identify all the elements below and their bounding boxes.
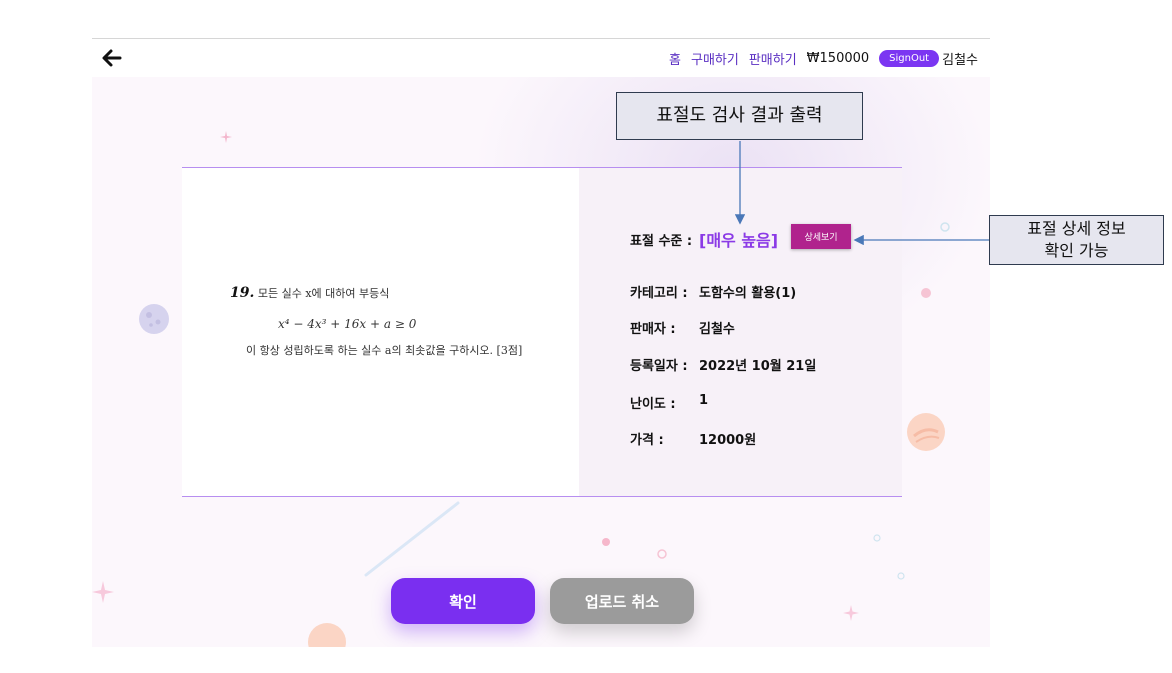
difficulty-label: 난이도 : — [630, 397, 676, 412]
dot-decoration — [921, 288, 931, 298]
ring-decoration-2 — [657, 549, 667, 559]
plagiarism-level-label: 표절 수준 : — [630, 234, 693, 249]
date-label: 등록일자 : — [630, 359, 688, 374]
seller-value: 김철수 — [699, 322, 735, 337]
plagiarism-level-value: [매우 높음] — [699, 231, 779, 250]
price-label: 가격 : — [630, 433, 664, 448]
username-display: 김철수 — [942, 52, 978, 68]
seller-label: 판매자 : — [630, 322, 676, 337]
category-label: 카테고리 : — [630, 286, 688, 301]
nav-buy-link[interactable]: 구매하기 — [691, 49, 739, 68]
problem-line-1: 19. 모든 실수 x에 대하여 부등식 — [230, 285, 389, 301]
date-value: 2022년 10월 21일 — [699, 359, 817, 374]
nav-home-link[interactable]: 홈 — [669, 49, 681, 68]
nav-sell-link[interactable]: 판매하기 — [749, 49, 797, 68]
top-navbar: 홈 구매하기 판매하기 ₩150000 SignOut 김철수 — [92, 39, 990, 77]
problem-panel: 19. 모든 실수 x에 대하여 부등식 x⁴ − 4x³ + 16x + a … — [182, 168, 579, 496]
moon-decoration — [139, 304, 169, 334]
ring-decoration-3 — [873, 534, 881, 542]
annotation-detail-line-2: 확인 가능 — [1044, 241, 1109, 260]
back-arrow-icon[interactable] — [100, 46, 124, 70]
confirm-button[interactable]: 확인 — [391, 578, 535, 624]
sparkle-decoration-3 — [843, 605, 859, 621]
detail-view-button[interactable]: 상세보기 — [791, 224, 851, 249]
annotation-detail-line-1: 표절 상세 정보 — [1027, 219, 1126, 238]
comet-decoration — [364, 501, 460, 577]
info-panel: 표절 수준 : [매우 높음] 상세보기 카테고리 : 도함수의 활용(1) 판… — [579, 168, 902, 496]
planet-decoration-bottom — [308, 623, 346, 647]
price-value: 12000원 — [699, 433, 757, 448]
nav-menu: 홈 구매하기 판매하기 ₩150000 SignOut 김철수 — [669, 39, 978, 77]
difficulty-value: 1 — [699, 393, 709, 408]
balance-display: ₩150000 — [806, 50, 870, 66]
card-bottom-divider — [182, 496, 902, 497]
ring-decoration-4 — [897, 572, 905, 580]
cancel-upload-button[interactable]: 업로드 취소 — [550, 578, 694, 624]
category-value: 도함수의 활용(1) — [699, 286, 797, 301]
screenshot-stage: 홈 구매하기 판매하기 ₩150000 SignOut 김철수 19. 모든 실… — [0, 0, 1172, 673]
ring-decoration — [940, 222, 950, 232]
sparkle-decoration — [220, 131, 232, 143]
annotation-result-output: 표절도 검사 결과 출력 — [616, 92, 863, 140]
result-card: 19. 모든 실수 x에 대하여 부등식 x⁴ − 4x³ + 16x + a … — [182, 167, 902, 497]
problem-text-1: 모든 실수 x에 대하여 부등식 — [257, 287, 390, 300]
problem-number: 19. — [230, 285, 255, 301]
signout-button[interactable]: SignOut — [879, 49, 940, 67]
dot-decoration-2 — [602, 538, 610, 546]
problem-inequality: x⁴ − 4x³ + 16x + a ≥ 0 — [278, 317, 417, 331]
sparkle-decoration-2 — [92, 581, 114, 603]
planet-decoration — [907, 413, 945, 451]
annotation-detail-info: 표절 상세 정보 확인 가능 — [989, 215, 1164, 265]
problem-text-3: 이 항상 성립하도록 하는 실수 a의 최솟값을 구하시오. [3점] — [246, 344, 523, 357]
